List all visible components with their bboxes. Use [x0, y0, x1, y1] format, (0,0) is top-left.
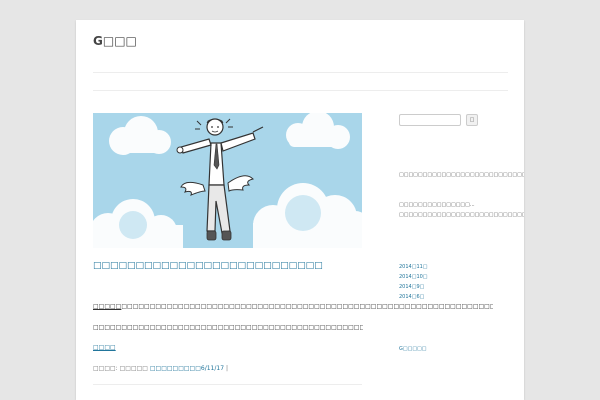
- site-title[interactable]: G□□□: [93, 34, 137, 48]
- sidebar-meta-link[interactable]: G□□□□□: [399, 346, 427, 352]
- continue-reading-link[interactable]: □□□□: [93, 344, 116, 351]
- sidebar-text-widget: □□□□□□□□□□□□□□□□□□□□□□□□□□□□□□□□□□□□□□□□…: [399, 172, 524, 178]
- search-input[interactable]: [399, 114, 461, 126]
- archive-link[interactable]: 2014□9□: [399, 282, 428, 292]
- flying-businessman-illustration: [93, 113, 362, 248]
- post-paragraph-1-text: □□□□□□□□□□□□□□□□□□□□□□□□□□□□□□□□□□□□□□□□…: [121, 303, 493, 310]
- post-paragraph-2: □□□□□□□□□□□□□□□□□□□□□□□□□□□□□□□□□□□□□□□□…: [93, 324, 363, 331]
- archive-link[interactable]: 2014□6□: [399, 292, 428, 302]
- archive-link[interactable]: 2014□11□: [399, 262, 428, 272]
- post-meta-prefix: □□□□: □□□□□: [93, 365, 148, 372]
- post-title-link[interactable]: □□□□□□□□□□□□□□□□□□□□□□□□□□□: [93, 260, 363, 272]
- nav-divider: [93, 90, 508, 91]
- archive-link[interactable]: 2014□10□: [399, 272, 428, 282]
- archives-list: 2014□11□ 2014□10□ 2014□9□ 2014□6□: [399, 262, 428, 302]
- post-divider: [93, 384, 362, 385]
- search-button[interactable]: □: [466, 114, 478, 126]
- post-meta: □□□□: □□□□□ □□□□□□□□□6/11/17 |: [93, 365, 363, 372]
- post-paragraph-1: □□□□□□□□□□□□□□□□□□□□□□□□□□□□□□□□□□□□□□□□…: [93, 302, 493, 311]
- post-date-link[interactable]: □□□□□□□□□6/11/17: [150, 365, 224, 372]
- post-meta-suffix: |: [224, 365, 228, 372]
- page-container: G□□□ □□□□□□□□□□□□□□□□□□□□□□□□□□□ □□□□□□□…: [76, 20, 524, 400]
- sidebar-text-widget-2: □□□□□□□□□□□□□□□... □□□□□□□□□□□□□□□□□□□□□…: [399, 202, 524, 218]
- header-divider: [93, 72, 508, 73]
- post-paragraph-lead[interactable]: □□□□□: [93, 303, 121, 310]
- featured-image[interactable]: [93, 113, 362, 248]
